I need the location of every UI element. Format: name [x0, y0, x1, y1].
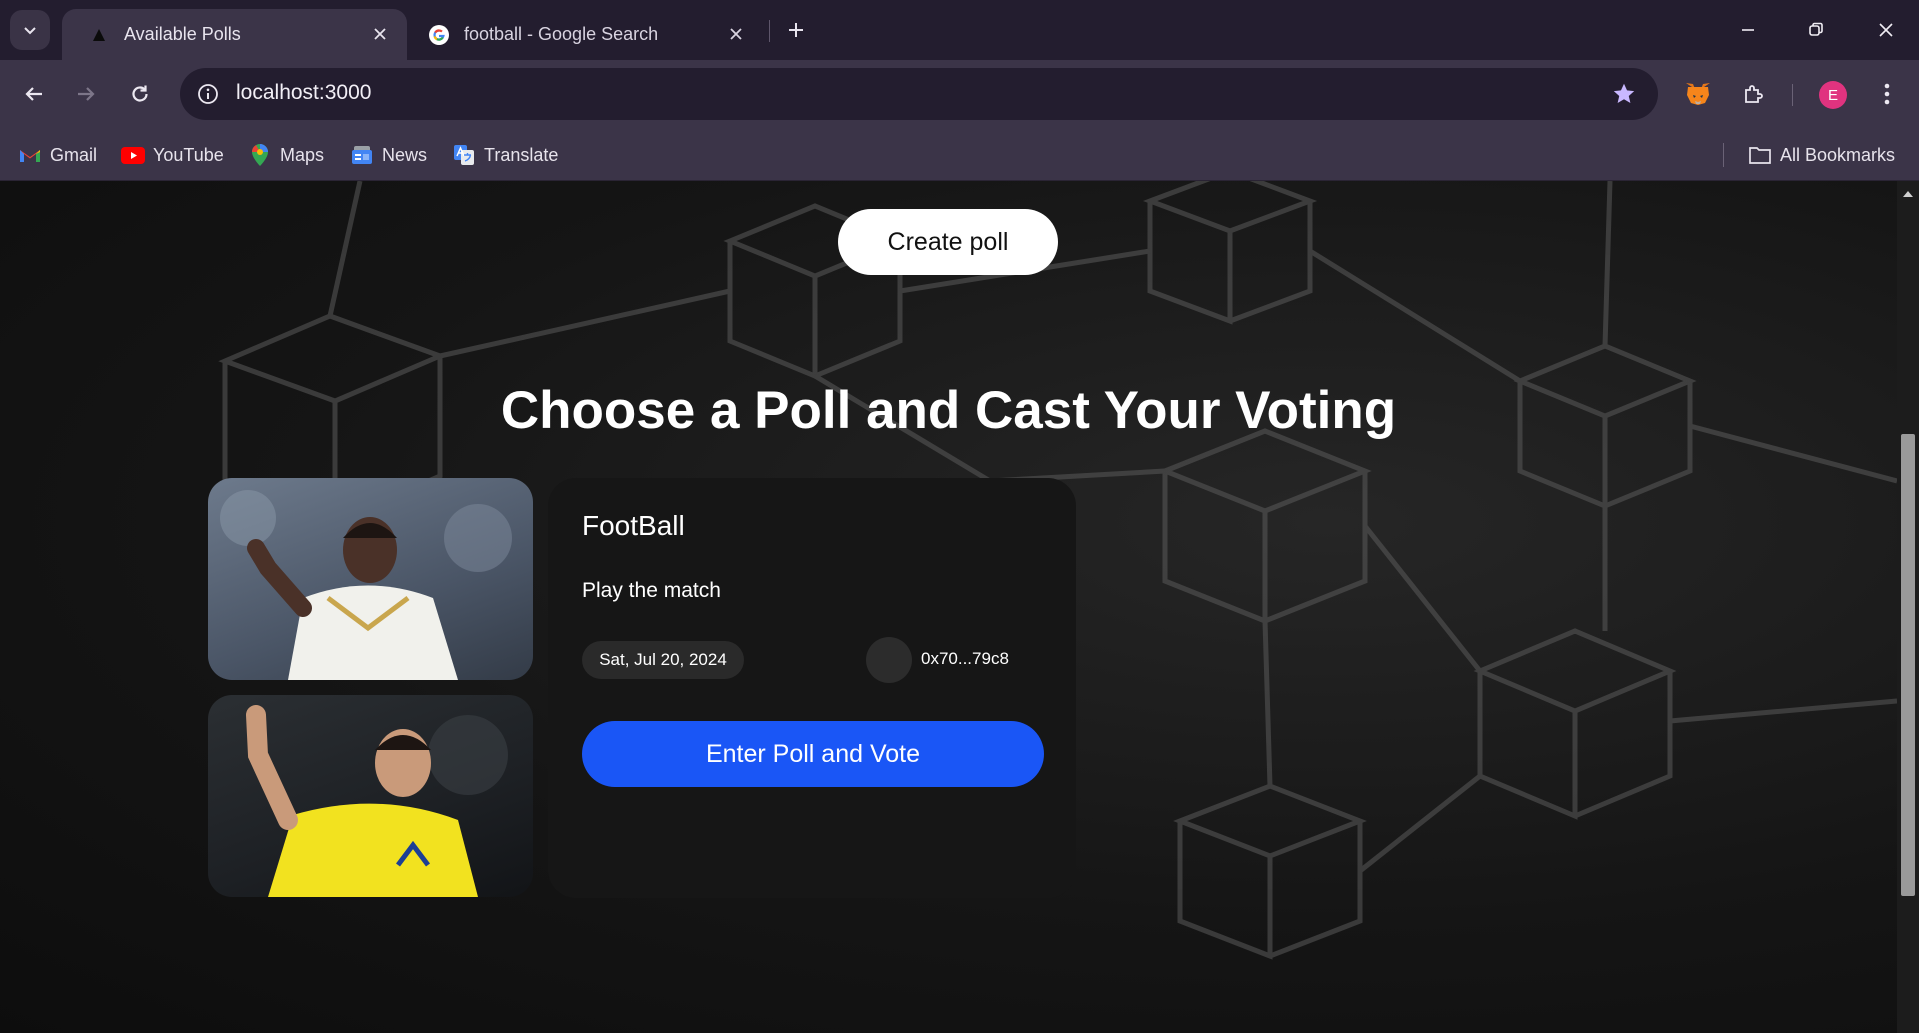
poll-image-1 — [208, 478, 533, 680]
close-icon — [1879, 23, 1893, 37]
arrow-left-icon — [25, 87, 42, 101]
google-icon — [428, 24, 450, 46]
minimize-button[interactable] — [1726, 10, 1770, 50]
bookmark-label: Gmail — [50, 144, 98, 165]
scroll-up-arrow-icon[interactable] — [1901, 187, 1915, 201]
browser-toolbar: localhost:3000 E — [0, 60, 1919, 129]
create-poll-button[interactable]: Create poll — [838, 209, 1058, 275]
page-scrollbar[interactable] — [1897, 181, 1919, 1033]
poll-image-2 — [208, 695, 533, 897]
site-info-icon[interactable] — [194, 80, 222, 108]
tab-divider — [769, 20, 770, 42]
bookmark-label: Translate — [484, 144, 559, 165]
reload-button[interactable] — [120, 74, 160, 114]
close-icon[interactable] — [369, 23, 391, 45]
all-bookmarks-button[interactable]: All Bookmarks — [1748, 141, 1895, 169]
tab-title: football - Google Search — [464, 24, 659, 44]
tab-title: Available Polls — [124, 24, 241, 44]
tab-available-polls[interactable]: Available Polls — [62, 9, 407, 60]
bookmark-star-icon[interactable] — [1608, 78, 1640, 110]
bookmark-label: News — [382, 144, 428, 165]
poll-description: Play the match — [582, 579, 721, 602]
creator-address: 0x70...79c8 — [921, 649, 1009, 668]
player-white-jersey-photo — [220, 490, 512, 680]
reload-icon — [132, 85, 148, 102]
restore-icon — [1809, 22, 1823, 36]
url-text[interactable]: localhost:3000 — [236, 81, 371, 105]
back-button[interactable] — [14, 74, 54, 114]
scrollbar-thumb[interactable] — [1901, 434, 1915, 896]
bookmarks-bar: Gmail YouTube Maps News Translate All Bo… — [0, 129, 1919, 181]
tab-search-button[interactable] — [10, 10, 50, 50]
chevron-down-icon — [24, 27, 36, 35]
extensions-icon[interactable] — [1734, 74, 1774, 114]
bookmark-news[interactable]: News — [350, 141, 427, 169]
creator-avatar — [866, 637, 912, 683]
poll-title: FootBall — [582, 510, 685, 541]
poll-card: FootBall Play the match Sat, Jul 20, 202… — [548, 478, 1076, 898]
bookmark-label: YouTube — [153, 144, 224, 165]
address-bar[interactable]: localhost:3000 — [180, 68, 1658, 120]
close-icon[interactable] — [725, 23, 747, 45]
minimize-icon — [1742, 29, 1754, 31]
player-yellow-jersey-photo — [246, 705, 508, 897]
bookmark-translate[interactable]: Translate — [452, 141, 558, 169]
plus-icon — [789, 23, 803, 37]
youtube-icon — [121, 143, 145, 167]
folder-icon — [1748, 143, 1772, 167]
forward-button[interactable] — [66, 74, 106, 114]
tab-football-search[interactable]: football - Google Search — [418, 9, 763, 60]
more-vertical-icon — [1884, 83, 1890, 105]
all-bookmarks-label: All Bookmarks — [1780, 144, 1896, 165]
browser-menu-button[interactable] — [1867, 74, 1907, 114]
triangle-logo-icon — [88, 24, 110, 46]
window-close-button[interactable] — [1864, 10, 1908, 50]
enter-poll-vote-button[interactable]: Enter Poll and Vote — [582, 721, 1044, 787]
bookmarks-divider — [1723, 143, 1724, 167]
bookmark-label: Maps — [280, 144, 325, 165]
arrow-right-icon — [78, 87, 95, 101]
bookmark-maps[interactable]: Maps — [248, 141, 324, 169]
metamask-extension-icon[interactable] — [1678, 74, 1718, 114]
poll-date-badge: Sat, Jul 20, 2024 — [582, 641, 744, 679]
bookmark-youtube[interactable]: YouTube — [121, 141, 224, 169]
translate-icon — [452, 143, 476, 167]
news-icon — [350, 143, 374, 167]
page-title: Choose a Poll and Cast Your Voting — [500, 381, 1397, 440]
new-tab-button[interactable] — [780, 14, 812, 46]
restore-button[interactable] — [1794, 10, 1838, 50]
gmail-icon — [18, 143, 42, 167]
profile-avatar[interactable]: E — [1819, 81, 1847, 109]
bookmark-gmail[interactable]: Gmail — [18, 141, 97, 169]
page-viewport: Create poll Choose a Poll and Cast Your … — [0, 181, 1897, 1033]
maps-icon — [248, 143, 272, 167]
tab-strip: Available Polls football - Google Search — [0, 0, 1919, 60]
toolbar-divider — [1792, 84, 1793, 106]
